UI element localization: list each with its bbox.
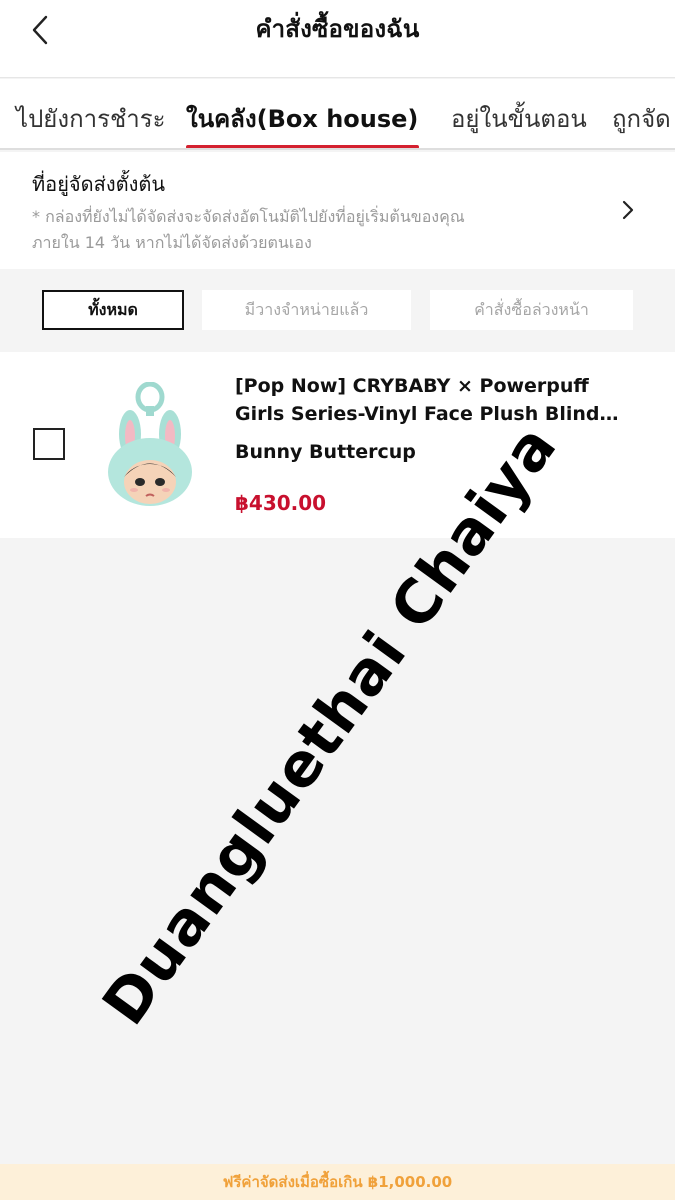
product-name[interactable]: [Pop Now] CRYBABY × Powerpuff Girls Seri… [235, 372, 635, 428]
order-status-tabs: ไปยังการชำระ ในคลัง(Box house) อยู่ในขั้… [0, 79, 675, 150]
product-card: [Pop Now] CRYBABY × Powerpuff Girls Seri… [0, 352, 675, 538]
page-title: คำสั่งซื้อของฉัน [255, 15, 420, 43]
chevron-right-icon [622, 200, 634, 220]
active-tab-indicator [186, 145, 419, 148]
tab-to-pay[interactable]: ไปยังการชำระ [16, 101, 166, 137]
chevron-left-icon [32, 15, 48, 45]
address-note: * กล่องที่ยังไม่ได้จัดส่งจะจัดส่งอัตโนมั… [32, 207, 465, 252]
back-button[interactable] [22, 12, 58, 48]
filter-bar: ทั้งหมด มีวางจำหน่ายแล้ว คำสั่งซื้อล่วงห… [0, 269, 675, 351]
product-price: ฿430.00 [235, 491, 327, 515]
address-title: ที่อยู่จัดส่งตั้งต้น [32, 172, 166, 196]
select-checkbox[interactable] [33, 428, 65, 460]
filter-all[interactable]: ทั้งหมด [42, 290, 184, 330]
order-page: คำสั่งซื้อของฉัน ไปยังการชำระ ในคลัง(Box… [0, 0, 675, 1200]
header-bar: คำสั่งซื้อของฉัน [0, 0, 675, 78]
tab-in-progress[interactable]: อยู่ในขั้นตอน [451, 101, 587, 137]
filter-available[interactable]: มีวางจำหน่ายแล้ว [202, 290, 411, 330]
free-shipping-banner: ฟรีค่าจัดส่งเมื่อซื้อเกิน ฿1,000.00 [0, 1164, 675, 1200]
default-address-row[interactable]: ที่อยู่จัดส่งตั้งต้น * กล่องที่ยังไม่ได้… [0, 152, 675, 269]
tab-shipped[interactable]: ถูกจัด [612, 101, 671, 137]
tab-box-house[interactable]: ในคลัง(Box house) [186, 101, 418, 137]
filter-preorder[interactable]: คำสั่งซื้อล่วงหน้า [430, 290, 633, 330]
product-variant: Bunny Buttercup [235, 441, 416, 463]
product-thumbnail[interactable] [100, 382, 200, 510]
